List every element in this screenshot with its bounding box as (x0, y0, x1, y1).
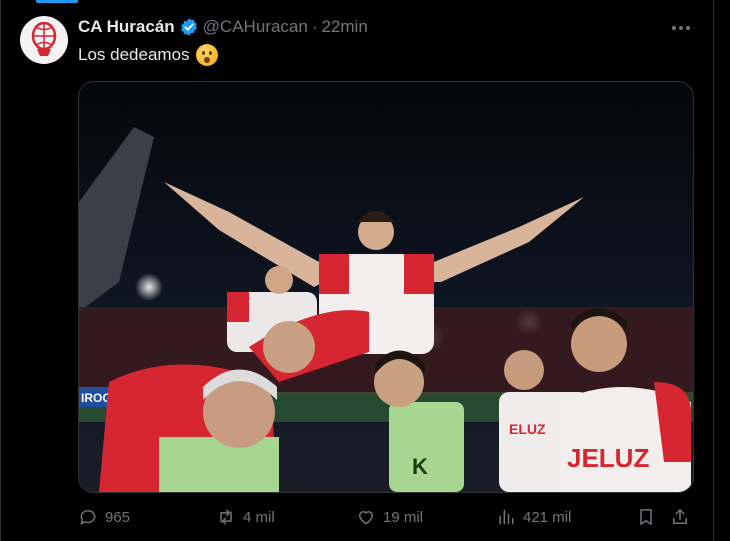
tweet-text-content: Los dedeamos (78, 45, 190, 64)
tweet-photo[interactable]: IROGAR K ELUZ JELUZ (78, 81, 694, 493)
tweet-header: CA Huracán @CAHuracan · 22min (78, 17, 368, 37)
tweet-card[interactable]: CA Huracán @CAHuracan · 22min Los dedeam… (0, 0, 713, 541)
celebration-photo: IROGAR K ELUZ JELUZ (79, 82, 693, 492)
reply-count: 965 (105, 508, 131, 526)
author-name[interactable]: CA Huracán (78, 17, 175, 37)
training-vest (159, 437, 279, 492)
dot-icon (679, 26, 683, 30)
club-crest-icon (31, 22, 57, 56)
dot-icon (686, 26, 690, 30)
verified-badge-icon (180, 18, 197, 36)
views-button[interactable]: 421 mil (496, 507, 571, 527)
more-options-button[interactable] (668, 18, 694, 38)
player-head (571, 316, 627, 372)
reply-icon (80, 510, 96, 525)
views-chart-icon (499, 509, 514, 525)
svg-text:K: K (412, 454, 428, 479)
separator-dot: · (311, 17, 318, 36)
share-button[interactable] (670, 507, 690, 527)
floodlight (135, 273, 163, 301)
author-handle[interactable]: @CAHuracan (203, 17, 308, 37)
retweet-icon (220, 509, 232, 525)
tweet-actions: 965 4 mil 19 mil 421 mil (78, 507, 698, 531)
shirt-sponsor-text: JELUZ (567, 443, 649, 473)
like-count: 19 mil (383, 508, 424, 526)
shirt-sponsor-text: ELUZ (509, 421, 546, 437)
flushed-face-emoji-icon (195, 44, 218, 66)
share-icon (673, 509, 687, 524)
bookmark-icon (640, 509, 652, 525)
tweet-text: Los dedeamos (78, 44, 218, 66)
avatar[interactable] (20, 16, 68, 64)
timestamp[interactable]: 22min (321, 17, 367, 37)
retweet-count: 4 mil (243, 508, 275, 526)
dot-icon (672, 26, 676, 30)
like-button[interactable]: 19 mil (356, 507, 423, 527)
heart-icon (359, 511, 373, 525)
column-border-right (713, 0, 714, 541)
bookmark-button[interactable] (636, 507, 656, 527)
retweet-button[interactable]: 4 mil (216, 507, 275, 527)
reply-button[interactable]: 965 (78, 507, 130, 527)
views-count: 421 mil (523, 508, 572, 526)
